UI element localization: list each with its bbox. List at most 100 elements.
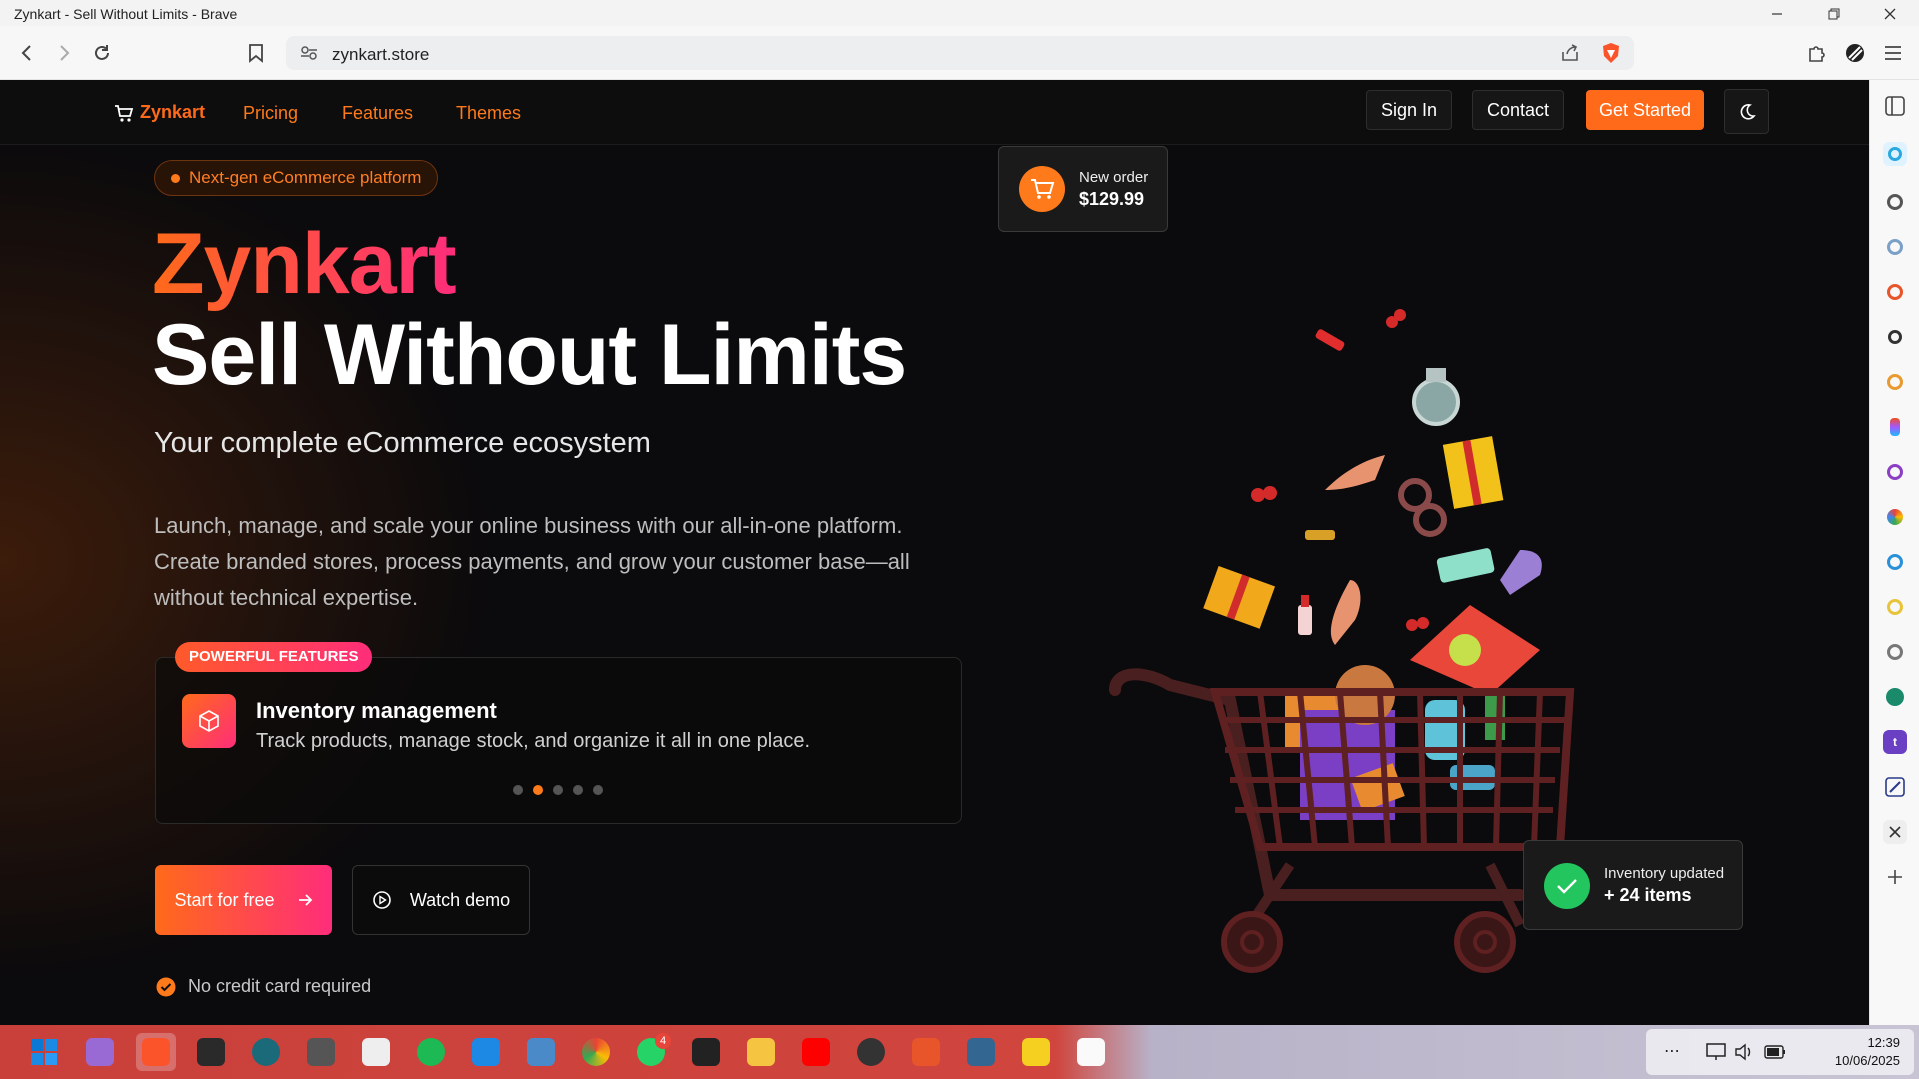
sidebar-app-12[interactable]	[1883, 775, 1907, 799]
reload-button[interactable]	[87, 38, 117, 68]
forward-button[interactable]	[49, 38, 79, 68]
sidebar-app-5[interactable]	[1883, 370, 1907, 394]
terminal-icon	[197, 1038, 225, 1066]
taskbar-app-postgres[interactable]	[961, 1033, 1001, 1071]
taskbar-app-player[interactable]	[1016, 1033, 1056, 1071]
sidebar-app-8[interactable]	[1883, 550, 1907, 574]
taskbar-app-chrome[interactable]	[576, 1033, 616, 1071]
puzzle-icon	[1809, 46, 1825, 62]
browser-toolbar: zynkart.store	[0, 26, 1919, 80]
contact-button[interactable]: Contact	[1472, 90, 1564, 130]
restore-button[interactable]	[1812, 2, 1856, 26]
sidebar-panel-icon	[1885, 96, 1905, 116]
taskbar-app-files[interactable]	[741, 1033, 781, 1071]
app-icon	[1887, 284, 1903, 300]
sidebar-app-4[interactable]	[1883, 325, 1907, 349]
taskbar-app-3[interactable]	[301, 1033, 341, 1071]
taskbar-clock[interactable]: 12:39 10/06/2025	[1835, 1034, 1900, 1070]
get-started-button[interactable]: Get Started	[1586, 90, 1704, 130]
share-icon[interactable]	[1560, 44, 1580, 62]
network-icon[interactable]	[1706, 1043, 1726, 1061]
brand-logo-link[interactable]: Zynkart	[114, 102, 205, 123]
t-letter-icon: t	[1893, 735, 1897, 749]
app-icon	[1887, 599, 1903, 615]
menu-button[interactable]	[1878, 38, 1908, 68]
sidebar-app-openai[interactable]	[1883, 190, 1907, 214]
taskbar-app-vscode[interactable]	[466, 1033, 506, 1071]
sidebar-app-7[interactable]	[1883, 505, 1907, 529]
taskbar-app-document[interactable]	[1071, 1033, 1111, 1071]
play-circle-icon	[373, 891, 391, 909]
taskbar-app-whatsapp[interactable]: 4	[631, 1033, 671, 1071]
sidebar-app-9[interactable]	[1883, 595, 1907, 619]
inventory-updated-value: + 24 items	[1604, 885, 1692, 905]
app-icon	[307, 1038, 335, 1066]
theme-toggle-button[interactable]	[1724, 89, 1769, 134]
taskbar-app-terminal[interactable]	[191, 1033, 231, 1071]
brave-shield-icon[interactable]	[1600, 42, 1622, 64]
taskbar-app-games[interactable]	[80, 1033, 120, 1071]
taskbar-app-spotify[interactable]	[411, 1033, 451, 1071]
carousel-dot[interactable]	[513, 785, 523, 795]
taskbar-app-brave[interactable]	[136, 1033, 176, 1071]
gamepad-icon	[86, 1038, 114, 1066]
site-settings-icon[interactable]	[300, 45, 318, 61]
leo-ai-button[interactable]	[1840, 38, 1870, 68]
watch-demo-button[interactable]: Watch demo	[352, 865, 530, 935]
start-for-free-button[interactable]: Start for free	[155, 865, 332, 935]
carousel-dot[interactable]	[553, 785, 563, 795]
sidebar-app-10[interactable]	[1883, 640, 1907, 664]
new-order-label: New order	[1079, 169, 1149, 186]
sidebar-app-3[interactable]	[1883, 280, 1907, 304]
close-icon	[1889, 826, 1901, 838]
feature-description: Track products, manage stock, and organi…	[256, 730, 811, 752]
feature-icon-box	[182, 694, 236, 748]
spotify-icon	[417, 1038, 445, 1066]
taskbar-app-2[interactable]	[246, 1033, 286, 1071]
forward-arrow-icon	[60, 45, 70, 61]
address-bar[interactable]: zynkart.store	[286, 36, 1634, 70]
sidebar-close-button[interactable]	[1883, 820, 1907, 844]
player-icon	[1022, 1038, 1050, 1066]
sidebar-app-11[interactable]	[1883, 685, 1907, 709]
nav-link-themes[interactable]: Themes	[456, 103, 521, 124]
chrome-icon	[582, 1038, 610, 1066]
inventory-updated-label: Inventory updated	[1604, 865, 1725, 882]
minimize-button[interactable]	[1755, 2, 1799, 26]
sidebar-app-chat[interactable]	[1883, 142, 1907, 166]
sign-in-button[interactable]: Sign In	[1366, 90, 1452, 130]
taskbar-app-5[interactable]	[686, 1033, 726, 1071]
sidebar-toggle-button[interactable]	[1883, 94, 1907, 118]
restore-icon	[1828, 8, 1840, 20]
sidebar-app-twitch[interactable]: t	[1883, 730, 1907, 754]
taskbar-app-obs[interactable]	[851, 1033, 891, 1071]
carousel-dot[interactable]	[593, 785, 603, 795]
taskbar-start-button[interactable]	[24, 1033, 64, 1071]
sidebar-add-button[interactable]	[1883, 865, 1907, 889]
sidebar-app-6[interactable]	[1883, 460, 1907, 484]
youtube-icon	[802, 1038, 830, 1066]
new-order-amount: $129.99	[1079, 189, 1145, 209]
taskbar-app-youtube[interactable]	[796, 1033, 836, 1071]
hero-heading: Sell Without Limits	[152, 307, 907, 403]
volume-icon[interactable]	[1734, 1043, 1754, 1061]
sidebar-app-2[interactable]	[1883, 235, 1907, 259]
battery-icon[interactable]	[1764, 1045, 1786, 1059]
notepad-icon	[527, 1038, 555, 1066]
arrow-right-icon	[298, 894, 312, 906]
carousel-dot[interactable]	[533, 785, 543, 795]
nav-link-pricing[interactable]: Pricing	[243, 103, 298, 124]
sidebar-app-figma[interactable]	[1883, 415, 1907, 439]
close-window-button[interactable]	[1868, 2, 1912, 26]
close-icon	[1884, 8, 1896, 20]
carousel-dots	[513, 785, 603, 795]
more-icon[interactable]: ⋯	[1664, 1041, 1680, 1061]
carousel-dot[interactable]	[573, 785, 583, 795]
extensions-button[interactable]	[1802, 38, 1832, 68]
taskbar-app-notepad[interactable]	[521, 1033, 561, 1071]
taskbar-app-6[interactable]	[906, 1033, 946, 1071]
bookmark-button[interactable]	[241, 38, 271, 68]
back-button[interactable]	[12, 38, 42, 68]
taskbar-app-4[interactable]	[356, 1033, 396, 1071]
nav-link-features[interactable]: Features	[342, 103, 413, 124]
